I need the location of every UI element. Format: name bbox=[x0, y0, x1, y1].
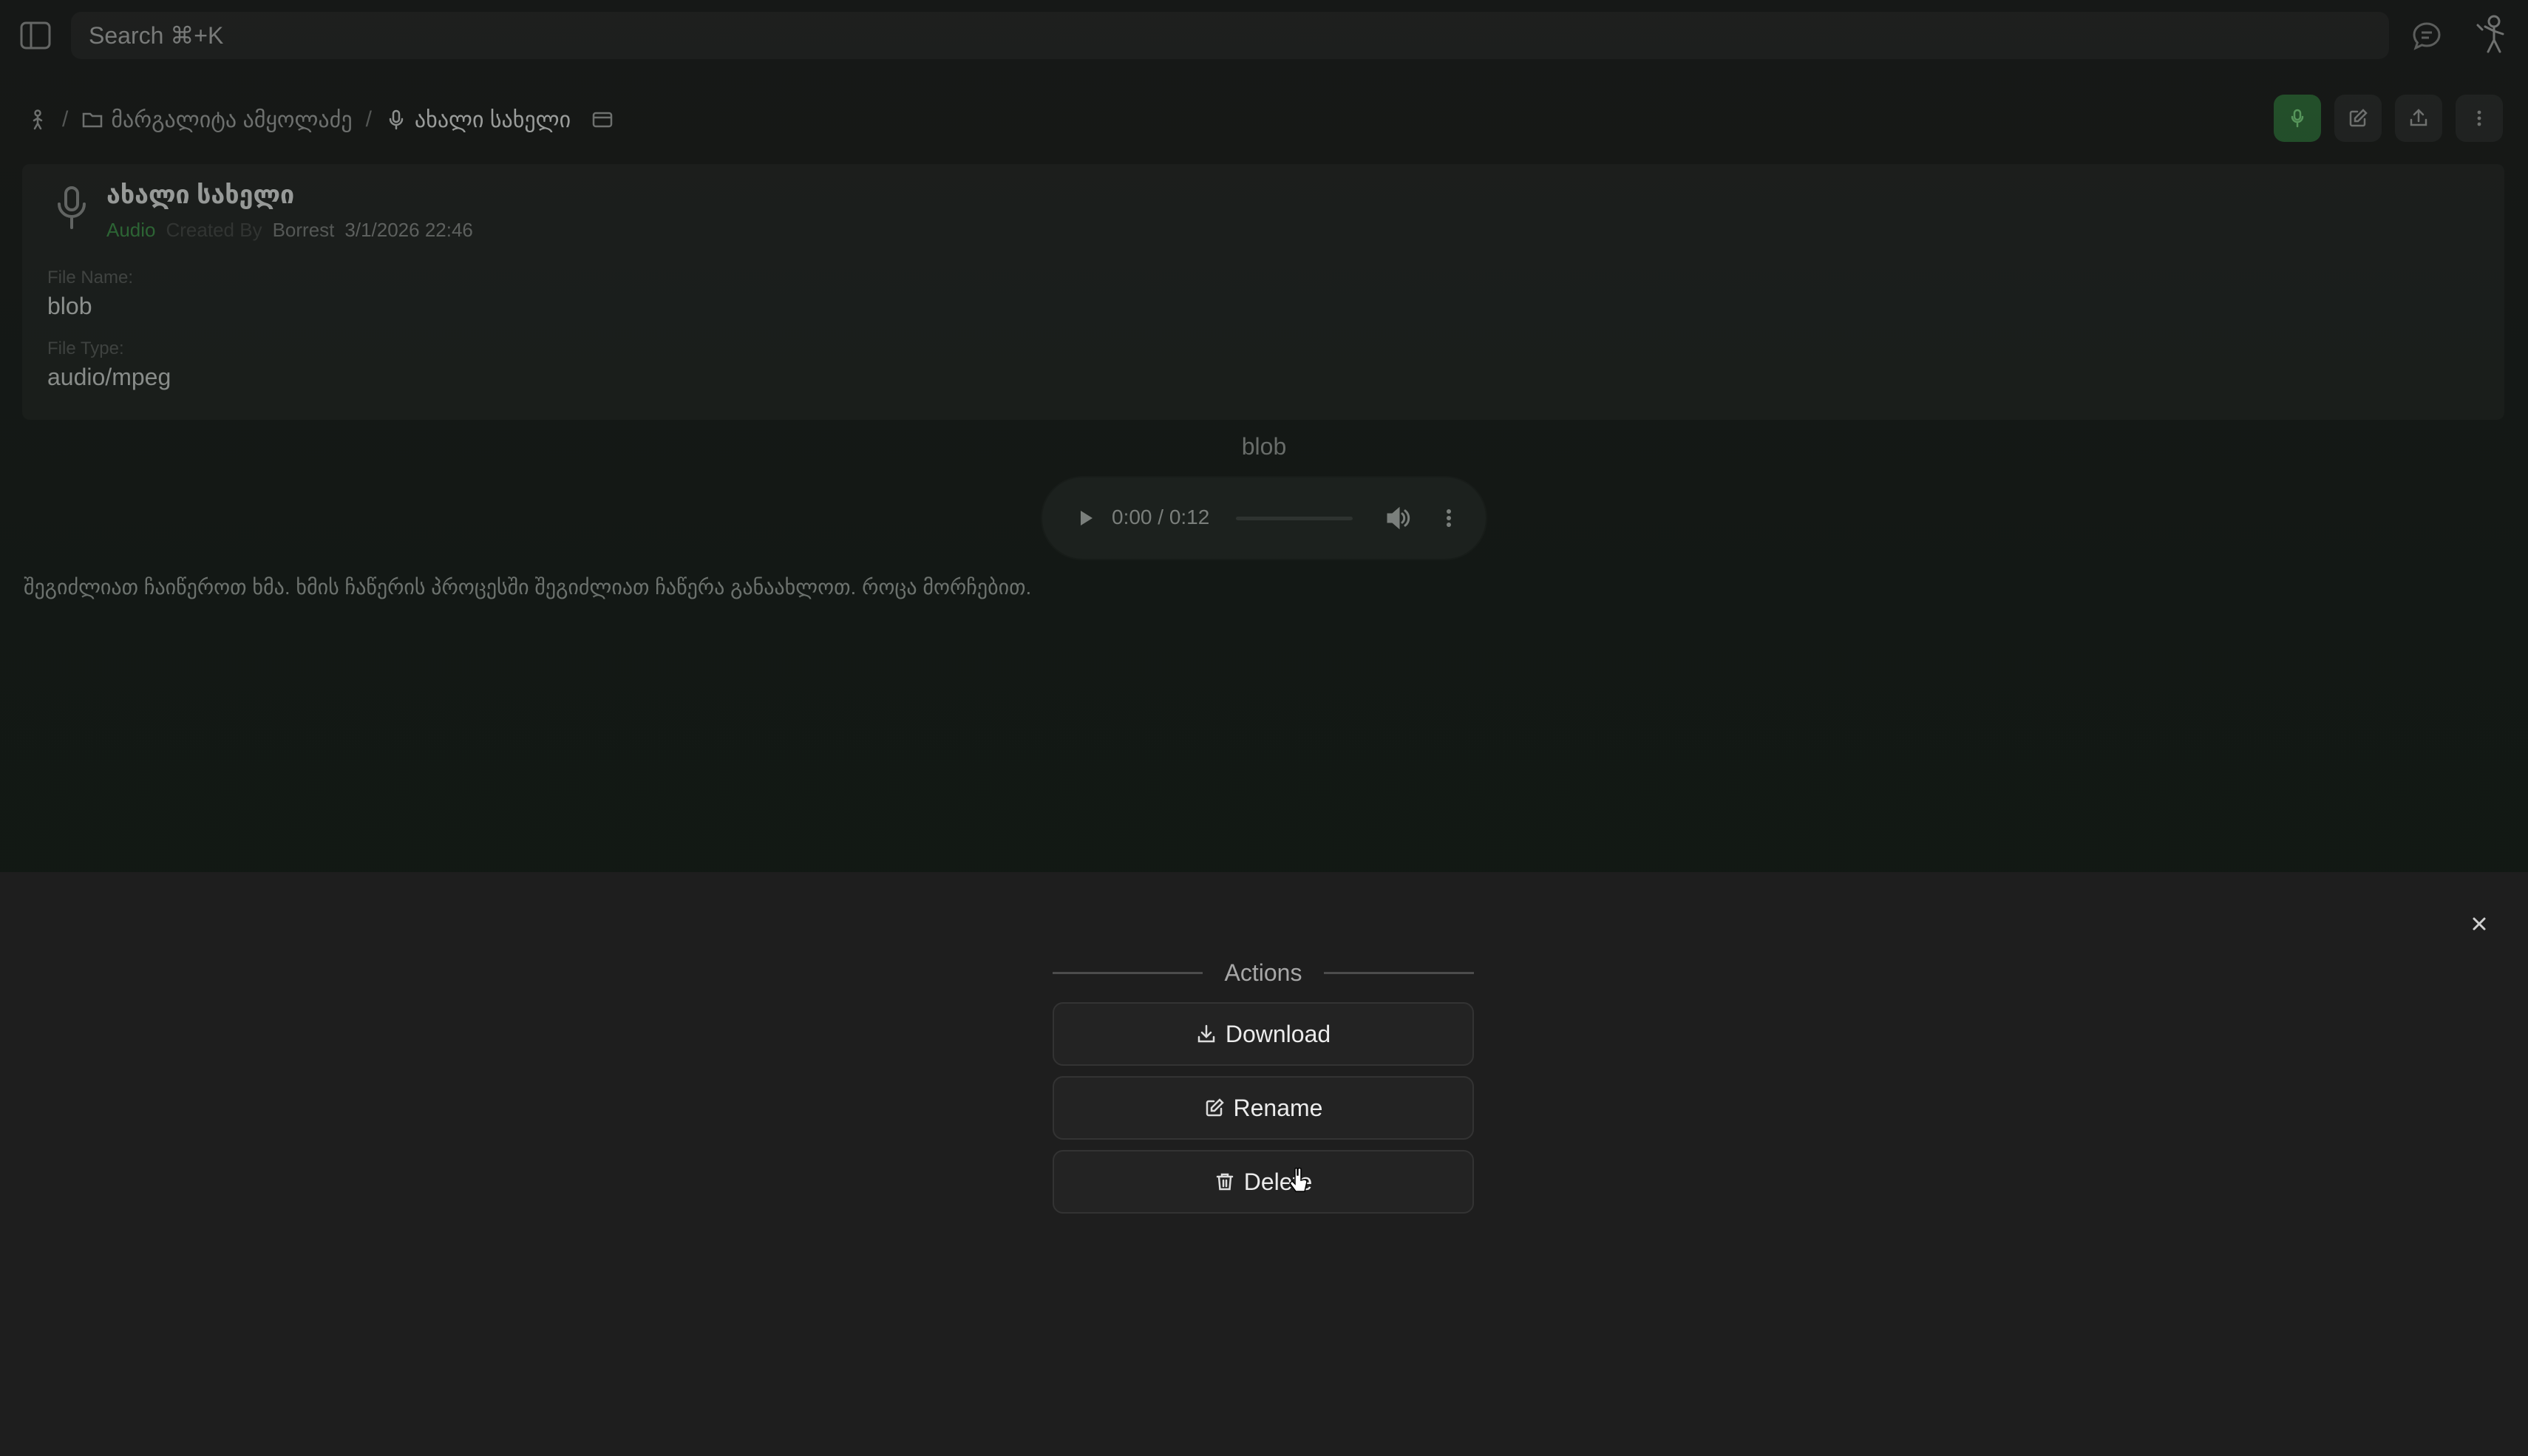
rename-icon bbox=[1206, 1098, 1224, 1117]
download-icon bbox=[1197, 1024, 1215, 1043]
edit-icon bbox=[2349, 109, 2368, 127]
window-icon[interactable] bbox=[591, 109, 614, 131]
record-type-badge: Audio bbox=[106, 219, 156, 241]
download-label: Download bbox=[1225, 1020, 1331, 1047]
file-name-label: File Name: bbox=[47, 268, 134, 288]
file-name-value: blob bbox=[47, 293, 92, 319]
actions-header: Actions bbox=[1053, 958, 1474, 987]
share-button[interactable] bbox=[2395, 95, 2442, 142]
folder-icon bbox=[81, 109, 103, 131]
user-avatar-icon[interactable] bbox=[2473, 13, 2512, 58]
file-type-value: audio/mpeg bbox=[47, 364, 171, 390]
breadcrumb-home[interactable] bbox=[27, 109, 49, 131]
audio-time: 0:00 / 0:12 bbox=[1112, 506, 1210, 528]
audio-filename: blob bbox=[1241, 433, 1287, 460]
more-options-button[interactable] bbox=[2456, 95, 2503, 142]
actions-title: Actions bbox=[1224, 959, 1302, 986]
microphone-icon bbox=[53, 185, 90, 231]
divider bbox=[1324, 971, 1474, 974]
download-button[interactable]: Download bbox=[1053, 1002, 1474, 1066]
audio-progress-track[interactable] bbox=[1236, 517, 1353, 520]
breadcrumb-separator: / bbox=[62, 107, 69, 132]
edit-button[interactable] bbox=[2334, 95, 2382, 142]
record-date: 3/1/2026 22:46 bbox=[344, 219, 473, 241]
more-vertical-icon[interactable] bbox=[1441, 506, 1456, 531]
sidebar-toggle-icon[interactable] bbox=[19, 21, 52, 50]
breadcrumb-separator: / bbox=[365, 107, 372, 132]
top-bar: Search ⌘+K bbox=[0, 0, 2528, 71]
record-author: Borrest bbox=[272, 219, 335, 241]
delete-button[interactable]: Delete bbox=[1053, 1150, 1474, 1214]
record-icon bbox=[2291, 109, 2304, 128]
breadcrumb-folder[interactable]: მარგალიტა ამყოლაძე bbox=[81, 107, 353, 133]
record-title: ახალი სახელი bbox=[106, 181, 295, 209]
volume-icon[interactable] bbox=[1385, 506, 1412, 531]
breadcrumb-current: ახალი სახელი bbox=[385, 107, 571, 133]
record-description: შეგიძლიათ ჩაიწეროთ ხმა. ხმის ჩაწერის პრო… bbox=[24, 576, 1032, 599]
search-input[interactable]: Search ⌘+K bbox=[71, 12, 2389, 59]
file-type-label: File Type: bbox=[47, 339, 124, 358]
trash-icon bbox=[1216, 1173, 1233, 1191]
breadcrumb: / მარგალიტა ამყოლაძე / ახალი სახელი bbox=[27, 105, 614, 135]
created-by-label: Created By bbox=[166, 219, 262, 241]
home-icon bbox=[27, 109, 49, 131]
record-button[interactable] bbox=[2274, 95, 2321, 142]
rename-button[interactable]: Rename bbox=[1053, 1076, 1474, 1140]
breadcrumb-folder-label: მარგალიტა ამყოლაძე bbox=[111, 107, 353, 132]
play-icon[interactable] bbox=[1075, 507, 1097, 529]
record-meta: Audio Created By Borrest 3/1/2026 22:46 bbox=[106, 219, 473, 242]
chat-icon[interactable] bbox=[2411, 21, 2442, 52]
more-vertical-icon bbox=[2477, 110, 2481, 126]
actions-drawer: Actions Download Rename Delete bbox=[0, 872, 2528, 1456]
rename-label: Rename bbox=[1233, 1094, 1323, 1121]
close-icon[interactable] bbox=[2461, 906, 2497, 942]
divider bbox=[1053, 971, 1203, 974]
record-info-panel: ახალი სახელი Audio Created By Borrest 3/… bbox=[22, 164, 2504, 420]
mouse-cursor-icon bbox=[1289, 1168, 1308, 1194]
share-icon bbox=[2410, 109, 2427, 126]
microphone-icon bbox=[385, 109, 407, 131]
breadcrumb-current-label: ახალი სახელი bbox=[414, 107, 571, 132]
audio-player: 0:00 / 0:12 bbox=[1042, 477, 1486, 559]
